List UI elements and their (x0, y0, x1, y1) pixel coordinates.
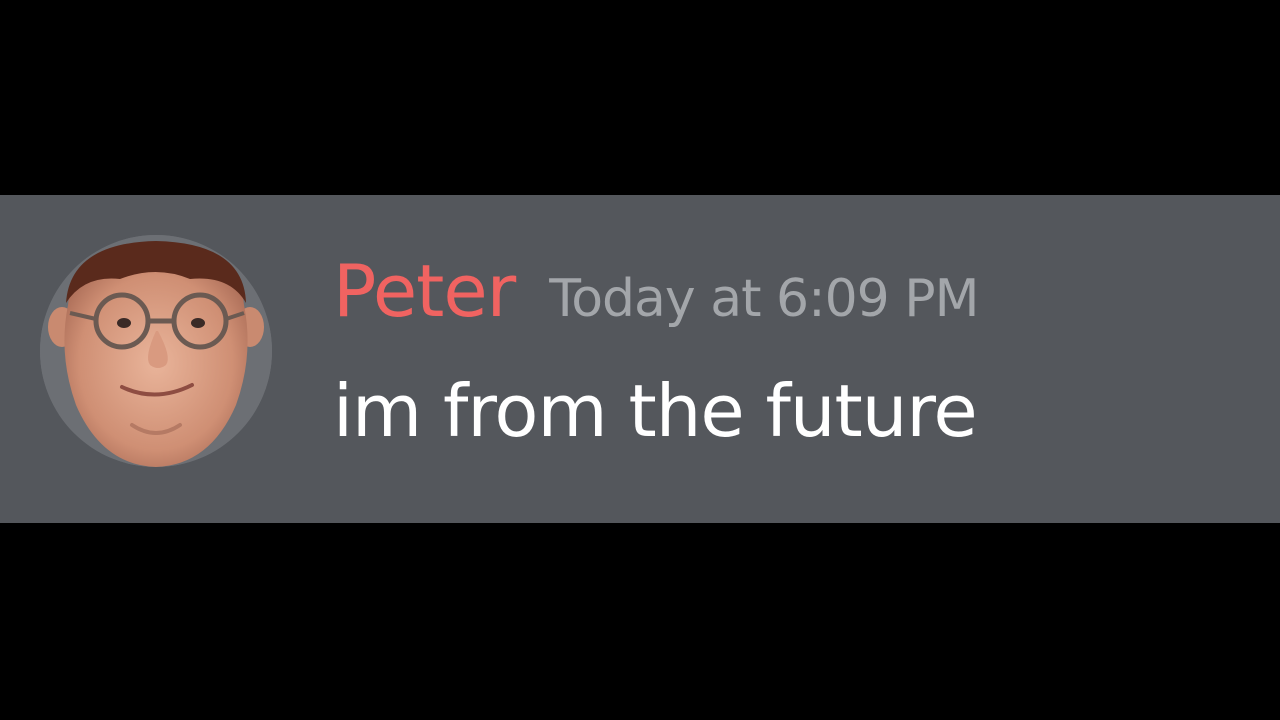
avatar[interactable] (40, 235, 272, 467)
message-content: im from the future (333, 369, 978, 453)
chat-message[interactable]: Peter Today at 6:09 PM im from the future (0, 195, 1280, 523)
timestamp[interactable]: Today at 6:09 PM (549, 269, 979, 329)
message-header: Peter Today at 6:09 PM (333, 243, 980, 347)
username[interactable]: Peter (333, 249, 516, 333)
letterbox-top (0, 0, 1280, 195)
letterbox-bottom (0, 523, 1280, 720)
peter-face-avatar-icon (40, 235, 272, 467)
